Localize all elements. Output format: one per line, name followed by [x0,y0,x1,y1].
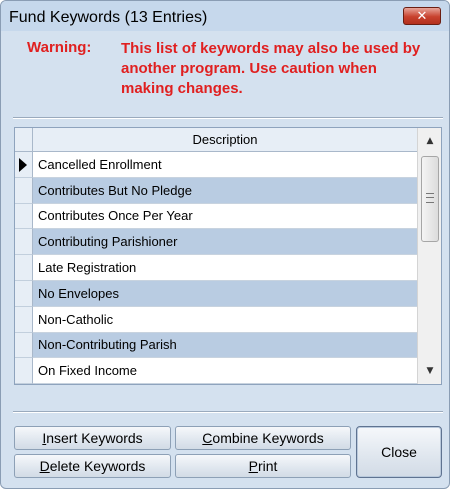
print-label: rint [257,458,278,474]
window-title: Fund Keywords (13 Entries) [9,9,208,26]
grid-rows: Cancelled Enrollment Contributes But No … [15,152,417,385]
row-header[interactable] [15,152,33,178]
scroll-thumb[interactable] [421,156,439,242]
warning-message: This list of keywords may also be used b… [121,40,421,97]
bottom-divider [13,411,443,413]
table-row[interactable]: On Fixed Income [15,358,417,385]
row-header[interactable] [15,255,33,281]
keyword-cell[interactable]: Contributing Parishioner [33,229,417,256]
row-header[interactable] [15,306,33,333]
delete-label: elete Keywords [49,458,146,474]
keyword-cell[interactable]: Late Registration [33,255,417,281]
close-button[interactable]: Close [356,426,442,478]
print-mnemonic: P [248,458,258,474]
combine-keywords-button[interactable]: Combine Keywords [175,426,351,450]
row-header[interactable] [15,280,33,307]
table-row[interactable]: Cancelled Enrollment [15,152,417,178]
keyword-cell[interactable]: No Envelopes [33,280,417,307]
keyword-cell[interactable]: Non-Contributing Parish [33,332,417,359]
row-header[interactable] [15,332,33,359]
current-row-arrow-icon [19,158,27,172]
row-header[interactable] [15,177,33,204]
keyword-cell[interactable]: Contributes Once Per Year [33,203,417,230]
grid-header: Description [15,128,417,152]
row-header[interactable] [15,203,33,230]
combine-mnemonic: C [202,430,213,446]
combine-label: ombine Keywords [212,430,324,446]
table-row[interactable]: Contributes But No Pledge [15,177,417,204]
grid-corner [15,128,33,152]
chevron-up-icon: ▲ [426,136,434,146]
scroll-down-button[interactable]: ▼ [418,360,442,382]
close-label: Close [381,444,417,460]
top-divider [13,117,443,119]
warning-label: Warning: [27,39,92,56]
close-icon: ✕ [416,8,428,24]
row-header[interactable] [15,229,33,256]
close-window-button[interactable]: ✕ [403,7,441,25]
table-row[interactable]: Late Registration [15,255,417,281]
scroll-up-button[interactable]: ▲ [418,130,442,152]
chevron-down-icon: ▼ [426,366,434,376]
keywords-grid[interactable]: Description Cancelled Enrollment Contrib… [14,127,442,385]
table-row[interactable]: Non-Catholic [15,306,417,333]
insert-label: nsert Keywords [46,430,143,446]
table-row[interactable]: No Envelopes [15,280,417,307]
row-header[interactable] [15,358,33,385]
grip-icon [426,193,434,203]
keyword-cell[interactable]: Non-Catholic [33,306,417,333]
table-row[interactable]: Contributing Parishioner [15,229,417,256]
keyword-cell[interactable]: Contributes But No Pledge [33,177,417,204]
title-bar[interactable]: Fund Keywords (13 Entries) ✕ [1,1,449,31]
insert-keywords-button[interactable]: Insert Keywords [14,426,171,450]
table-row[interactable]: Contributes Once Per Year [15,203,417,230]
keyword-cell[interactable]: On Fixed Income [33,358,417,385]
column-header-description[interactable]: Description [33,128,417,152]
fund-keywords-dialog: Fund Keywords (13 Entries) ✕ Warning: Th… [0,0,450,489]
delete-keywords-button[interactable]: Delete Keywords [14,454,171,478]
delete-mnemonic: D [39,458,50,474]
keyword-cell[interactable]: Cancelled Enrollment [33,152,417,178]
print-button[interactable]: Print [175,454,351,478]
table-row[interactable]: Non-Contributing Parish [15,332,417,359]
vertical-scrollbar[interactable]: ▲ ▼ [417,128,441,384]
